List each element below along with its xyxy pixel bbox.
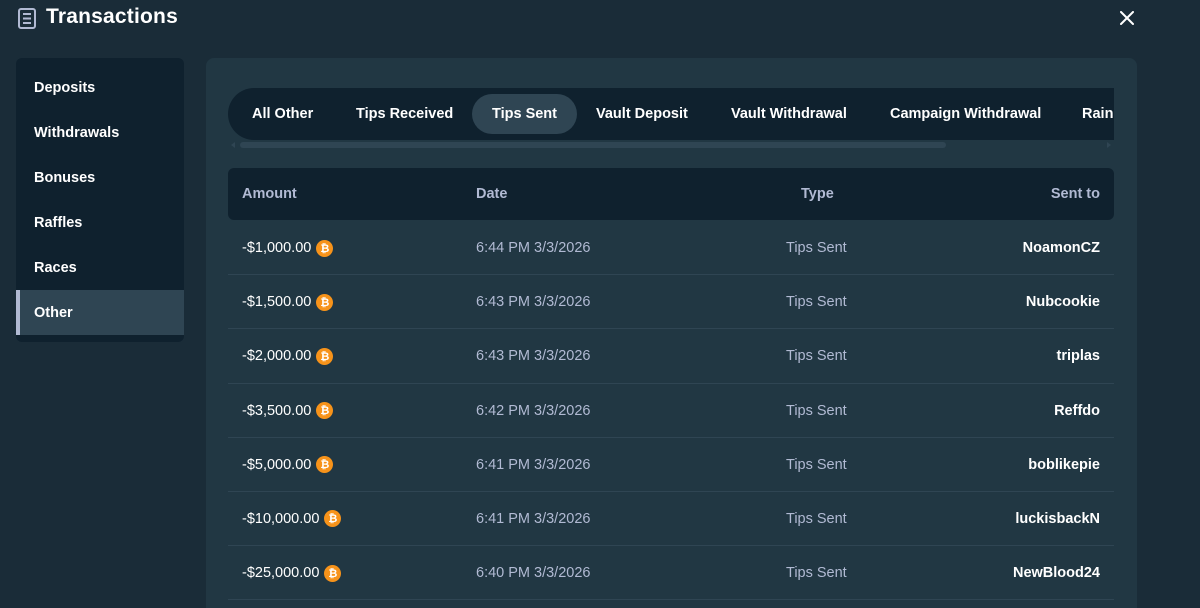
amount-value: -$1,000.00 [242, 240, 312, 256]
sent-to-cell: luckisbackN [1015, 510, 1100, 527]
tab-label: Campaign Withdrawal [890, 106, 1042, 122]
close-icon [1120, 11, 1134, 25]
column-header-amount: Amount [242, 186, 297, 202]
tab-tips-sent[interactable]: Tips Sent [472, 94, 577, 134]
page-title: Transactions [46, 5, 178, 28]
type-cell: Tips Sent [786, 240, 847, 256]
sidebar-item-label: Withdrawals [34, 124, 120, 141]
amount-value: -$2,000.00 [242, 348, 312, 365]
scroll-thumb[interactable] [240, 142, 946, 148]
sent-to-cell: triplas [1056, 348, 1100, 365]
tab-rain[interactable]: Rain [1062, 94, 1114, 134]
date-cell: 6:40 PM 3/3/2026 [476, 565, 591, 582]
bitcoin-icon: ₿ [316, 293, 334, 311]
amount-value: -$1,500.00 [242, 294, 312, 311]
date-cell: 6:43 PM 3/3/2026 [476, 294, 591, 311]
tab-bar: All Other Tips Received Tips Sent Vault … [228, 88, 1114, 140]
amount-cell: -$1,000.00 ₿ [242, 221, 334, 275]
sidebar-item-label: Raffles [34, 214, 83, 231]
sidebar-item-deposits[interactable]: Deposits [16, 65, 184, 110]
sent-to-cell: boblikepie [1028, 456, 1100, 473]
table-row: -$3,500.00 ₿ 6:42 PM 3/3/2026 Tips Sent R… [228, 384, 1114, 438]
tab-all-other[interactable]: All Other [232, 94, 333, 134]
sent-to-cell: NewBlood24 [1012, 565, 1100, 582]
amount-value: -$3,500.00 [242, 402, 312, 419]
sidebar-item-bonuses[interactable]: Bonuses [16, 155, 184, 200]
table-row: -$5,000.00 ₿ 6:41 PM 3/3/2026 Tips Sent b… [228, 438, 1114, 492]
sidebar-item-label: Other [34, 304, 73, 321]
tab-label: Tips Received [356, 106, 454, 122]
type-cell: Tips Sent [786, 510, 847, 527]
sent-to-cell: NoamonCZ [1022, 240, 1100, 256]
tab-tips-received[interactable]: Tips Received [336, 94, 473, 134]
amount-cell: -$3,500.00 ₿ [242, 384, 334, 438]
bitcoin-icon: ₿ [324, 510, 342, 528]
table-row: -$25,000.00 ₿ 6:40 PM 3/3/2026 Tips Sent … [228, 546, 1114, 601]
table-row: -$2,000.00 ₿ 6:43 PM 3/3/2026 Tips Sent t… [228, 329, 1114, 384]
sent-to-cell: Reffdo [1054, 402, 1100, 419]
type-cell: Tips Sent [786, 565, 847, 582]
tab-label: Rain [1082, 106, 1114, 122]
transactions-panel: All Other Tips Received Tips Sent Vault … [206, 58, 1137, 608]
tab-campaign-withdrawal[interactable]: Campaign Withdrawal [870, 94, 1061, 134]
tab-label: Vault Withdrawal [731, 106, 847, 122]
amount-cell: -$5,000.00 ₿ [242, 438, 334, 492]
sidebar-item-raffles[interactable]: Raffles [16, 200, 184, 245]
type-cell: Tips Sent [786, 348, 847, 365]
amount-value: -$25,000.00 [242, 565, 320, 582]
sidebar: Deposits Withdrawals Bonuses Raffles Rac… [16, 58, 184, 342]
amount-cell: -$10,000.00 ₿ [242, 492, 342, 546]
table-row: -$1,000.00 ₿ 6:44 PM 3/3/2026 Tips Sent N… [228, 221, 1114, 276]
date-cell: 6:41 PM 3/3/2026 [476, 456, 591, 473]
tab-label: Vault Deposit [596, 106, 688, 122]
modal-header: Transactions [0, 0, 1200, 40]
amount-value: -$5,000.00 [242, 456, 312, 473]
sidebar-item-label: Bonuses [34, 169, 96, 186]
tab-label: Tips Sent [492, 106, 557, 122]
date-cell: 6:44 PM 3/3/2026 [476, 240, 591, 256]
table-header: Amount Date Type Sent to [228, 168, 1114, 220]
receipt-icon [18, 8, 36, 29]
column-header-sent-to: Sent to [1050, 186, 1100, 202]
table-row: -$10,000.00 ₿ 6:41 PM 3/3/2026 Tips Sent … [228, 492, 1114, 547]
sidebar-item-races[interactable]: Races [16, 245, 184, 290]
bitcoin-icon: ₿ [316, 347, 334, 365]
amount-cell: -$2,000.00 ₿ [242, 329, 334, 383]
tab-vault-deposit[interactable]: Vault Deposit [576, 94, 708, 134]
amount-value: -$10,000.00 [242, 510, 320, 527]
date-cell: 6:41 PM 3/3/2026 [476, 510, 591, 527]
column-header-date: Date [476, 186, 508, 202]
date-cell: 6:43 PM 3/3/2026 [476, 348, 591, 365]
sidebar-item-withdrawals[interactable]: Withdrawals [16, 110, 184, 155]
date-cell: 6:42 PM 3/3/2026 [476, 402, 591, 419]
amount-cell: -$1,500.00 ₿ [242, 275, 334, 329]
sidebar-item-label: Races [34, 259, 77, 276]
sent-to-cell: Nubcookie [1025, 294, 1100, 311]
sidebar-item-label: Deposits [34, 79, 96, 96]
column-header-type: Type [801, 186, 834, 202]
transactions-table-body: -$1,000.00 ₿ 6:44 PM 3/3/2026 Tips Sent N… [228, 221, 1114, 601]
bitcoin-icon: ₿ [316, 239, 334, 257]
type-cell: Tips Sent [786, 294, 847, 311]
type-cell: Tips Sent [786, 456, 847, 473]
amount-cell: -$25,000.00 ₿ [242, 546, 342, 600]
close-button[interactable] [1116, 7, 1138, 29]
tab-scrollbar[interactable] [228, 141, 1114, 149]
table-row: -$1,500.00 ₿ 6:43 PM 3/3/2026 Tips Sent N… [228, 275, 1114, 330]
bitcoin-icon: ₿ [324, 564, 342, 582]
type-cell: Tips Sent [786, 402, 847, 419]
tab-label: All Other [252, 106, 314, 122]
scroll-left-icon[interactable] [231, 142, 235, 148]
scroll-right-icon[interactable] [1107, 142, 1111, 148]
tab-vault-withdrawal[interactable]: Vault Withdrawal [711, 94, 867, 134]
bitcoin-icon: ₿ [316, 456, 334, 474]
bitcoin-icon: ₿ [316, 402, 334, 420]
sidebar-item-other[interactable]: Other [16, 290, 184, 335]
